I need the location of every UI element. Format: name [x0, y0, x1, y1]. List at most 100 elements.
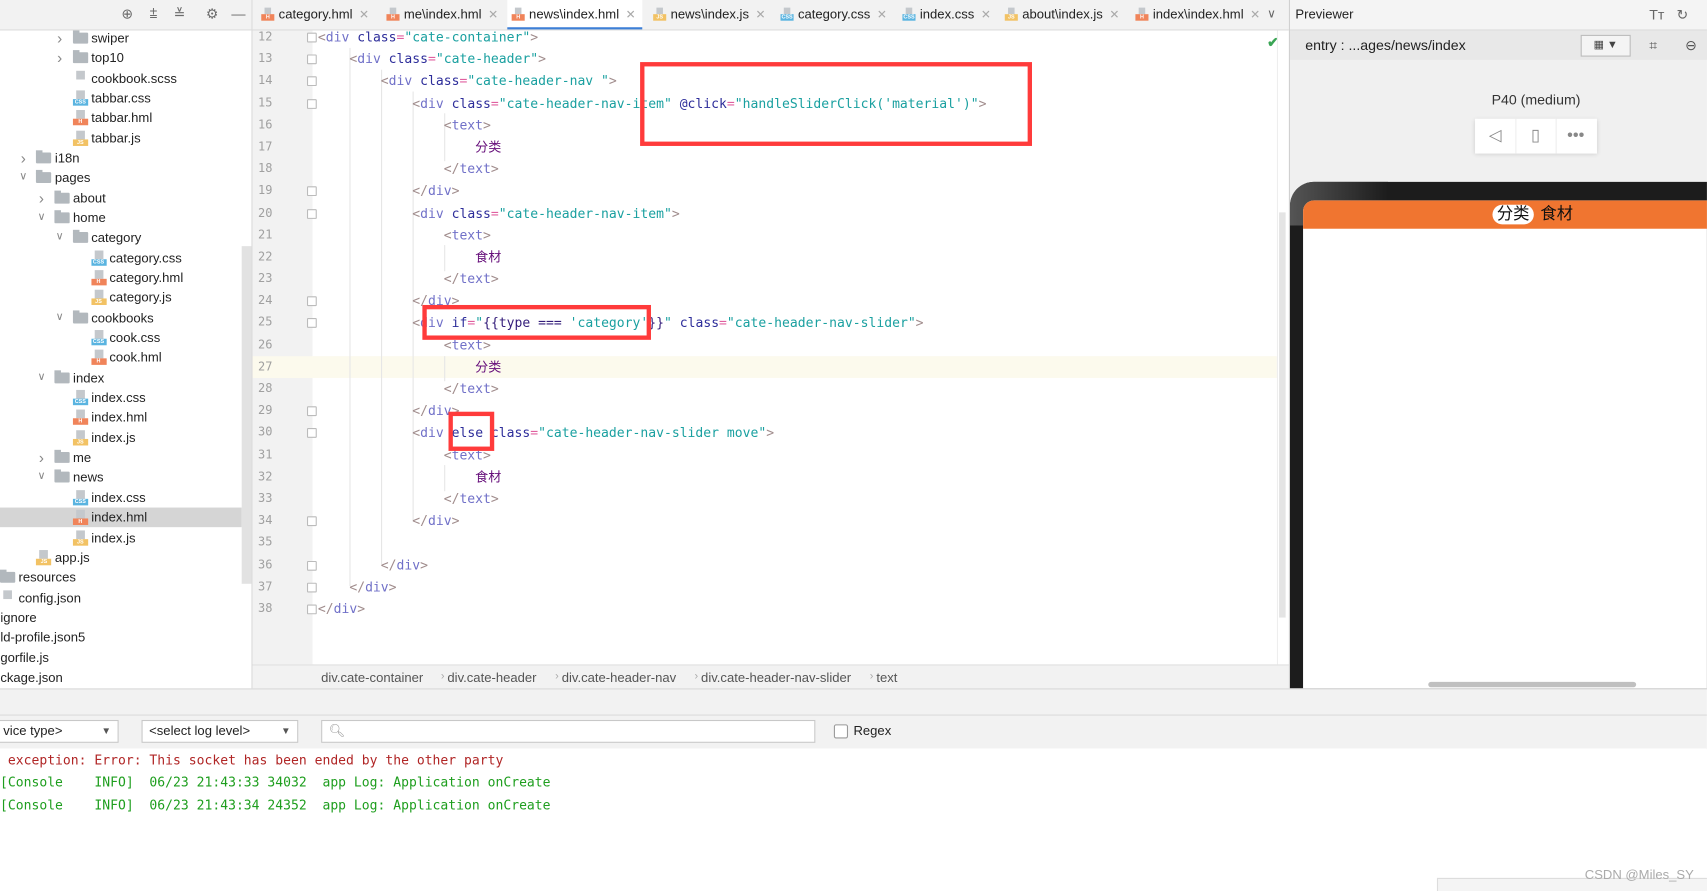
fold-marker-icon[interactable]	[306, 208, 317, 219]
tree-item[interactable]: › about	[0, 188, 242, 208]
tree-item[interactable]: gorfile.js	[0, 648, 242, 668]
tab-news-index-hml[interactable]: Hnews\index.hml ✕	[507, 0, 643, 30]
chevron-right-icon[interactable]: ›	[36, 188, 47, 208]
layout-dropdown[interactable]: ▦ ▼	[1580, 34, 1631, 57]
tree-item[interactable]: cookbook.scss	[0, 68, 242, 88]
tree-item[interactable]: CSS index.css	[0, 488, 242, 508]
chevron-right-icon[interactable]: ›	[18, 148, 29, 168]
tree-item[interactable]: ∨ category	[0, 228, 242, 248]
tree-item[interactable]: ignore	[0, 608, 242, 628]
tree-item[interactable]: JS tabbar.js	[0, 128, 242, 148]
tab-news-index-js[interactable]: JS news\index.js ✕	[649, 0, 772, 29]
tree-item[interactable]: Hcategory.hml	[0, 268, 242, 288]
tree-item[interactable]: JS index.js	[0, 428, 242, 448]
log-search-input[interactable]: 🔍︎	[321, 719, 816, 743]
tab-category-hml[interactable]: Hcategory.hml ✕	[257, 0, 376, 29]
tree-item[interactable]: ∨ index	[0, 368, 242, 388]
close-icon[interactable]: ✕	[981, 9, 991, 22]
tree-item[interactable]: JS app.js	[0, 548, 242, 568]
fold-marker-icon[interactable]	[306, 560, 317, 571]
zoom-out-icon[interactable]: ⊖	[1685, 30, 1697, 59]
nav-item-category[interactable]: 分类	[1492, 204, 1534, 225]
tree-item[interactable]: JS category.js	[0, 288, 242, 308]
fold-marker-icon[interactable]	[306, 406, 317, 417]
tree-item[interactable]: resources	[0, 568, 242, 588]
log-output[interactable]: exception: Error: This socket has been e…	[0, 748, 1707, 891]
tree-item[interactable]: config.json	[0, 588, 242, 608]
tree-item[interactable]: CSS tabbar.css	[0, 88, 242, 108]
tab-index-css[interactable]: CSS index.css ✕	[898, 0, 997, 29]
locate-icon[interactable]: ⊕	[120, 6, 135, 22]
close-icon[interactable]: ✕	[359, 9, 369, 22]
back-icon[interactable]: ◁	[1475, 118, 1517, 154]
tree-scrollbar[interactable]	[241, 246, 252, 584]
tree-item[interactable]: Hindex.hml	[0, 408, 242, 428]
fold-marker-icon[interactable]	[306, 186, 317, 197]
chevron-right-icon[interactable]: ›	[54, 28, 65, 48]
chevron-down-icon[interactable]: ∨	[36, 468, 47, 488]
nav-item-material[interactable]: 食材	[1540, 205, 1573, 225]
chevron-down-icon[interactable]: ∨	[54, 228, 65, 248]
tab-index-index-hml[interactable]: Hindex\index.hml ✕	[1131, 0, 1267, 29]
tree-item[interactable]: ∨ pages	[0, 168, 242, 188]
breadcrumb-item[interactable]: div.cate-header-nav-slider	[701, 666, 851, 690]
tree-item[interactable]: Hindex.hml	[0, 507, 242, 528]
close-icon[interactable]: ✕	[756, 9, 766, 22]
device-type-select[interactable]: vice type> ▼	[0, 719, 119, 743]
chevron-right-icon[interactable]: ›	[54, 48, 65, 68]
fold-marker-icon[interactable]	[306, 516, 317, 527]
fold-marker-icon[interactable]	[306, 318, 317, 329]
chevron-down-icon[interactable]: ∨	[36, 368, 47, 388]
fold-marker-icon[interactable]	[306, 32, 317, 43]
previewer-scrollbar[interactable]	[1428, 681, 1637, 688]
tab-overflow-chevron-icon[interactable]: ∨	[1267, 7, 1276, 21]
tab-about-index-js[interactable]: JS about\index.js ✕	[1000, 0, 1125, 29]
tree-item[interactable]: › swiper	[0, 28, 242, 48]
tree-item[interactable]: ld-profile.json5	[0, 628, 242, 648]
breadcrumb-item[interactable]: div.cate-header	[447, 666, 536, 690]
fold-marker-icon[interactable]	[306, 296, 317, 307]
tree-item[interactable]: CSS index.css	[0, 388, 242, 408]
tree-item[interactable]: CSS category.css	[0, 248, 242, 268]
tree-item[interactable]: ∨ home	[0, 208, 242, 228]
chevron-down-icon[interactable]: ∨	[54, 308, 65, 328]
tree-item[interactable]: ∨ cookbooks	[0, 308, 242, 328]
tree-item[interactable]: › me	[0, 448, 242, 468]
fold-marker-icon[interactable]	[306, 428, 317, 439]
tree-item[interactable]: ckage.json	[0, 668, 242, 688]
breadcrumb-item[interactable]: div.cate-container	[321, 666, 423, 690]
close-icon[interactable]: ✕	[877, 9, 887, 22]
close-icon[interactable]: ✕	[488, 9, 498, 22]
fold-marker-icon[interactable]	[306, 54, 317, 65]
fold-marker-icon[interactable]	[306, 604, 317, 615]
minimize-icon[interactable]: —	[231, 6, 246, 22]
regex-checkbox[interactable]	[833, 724, 849, 739]
chevron-down-icon[interactable]: ∨	[18, 168, 29, 188]
tree-item[interactable]: Htabbar.hml	[0, 108, 242, 128]
more-icon[interactable]: •••	[1556, 119, 1596, 154]
expand-all-icon[interactable]: ⩲	[146, 6, 161, 22]
fold-marker-icon[interactable]	[306, 582, 317, 593]
fold-marker-icon[interactable]	[306, 76, 317, 87]
collapse-all-icon[interactable]: ≚	[172, 6, 187, 22]
tab-me-index-hml[interactable]: Hme\index.hml ✕	[382, 0, 505, 29]
chevron-right-icon[interactable]: ›	[36, 448, 47, 468]
tree-item[interactable]: › top10	[0, 48, 242, 68]
breadcrumb-item[interactable]: div.cate-header-nav	[562, 666, 676, 690]
tree-item[interactable]: › i18n	[0, 148, 242, 168]
tree-item[interactable]: JS index.js	[0, 528, 242, 548]
rotate-device-icon[interactable]: ▯	[1515, 118, 1557, 154]
log-level-select[interactable]: <select log level> ▼	[141, 719, 299, 743]
chevron-down-icon[interactable]: ∨	[36, 208, 47, 228]
editor-scrollbar-thumb[interactable]	[1279, 212, 1286, 618]
close-icon[interactable]: ✕	[1109, 9, 1119, 22]
tree-item[interactable]: CSS cook.css	[0, 328, 242, 348]
tree-item[interactable]: Hcook.hml	[0, 348, 242, 368]
tab-category-css[interactable]: CSS category.css ✕	[776, 0, 893, 29]
breadcrumb-item[interactable]: text	[876, 666, 897, 690]
gear-icon[interactable]: ⚙	[205, 6, 220, 22]
close-icon[interactable]: ✕	[626, 9, 636, 22]
crop-icon[interactable]: ⌗	[1649, 30, 1657, 59]
fold-marker-icon[interactable]	[306, 98, 317, 109]
font-size-icon[interactable]: Tт	[1649, 0, 1664, 29]
